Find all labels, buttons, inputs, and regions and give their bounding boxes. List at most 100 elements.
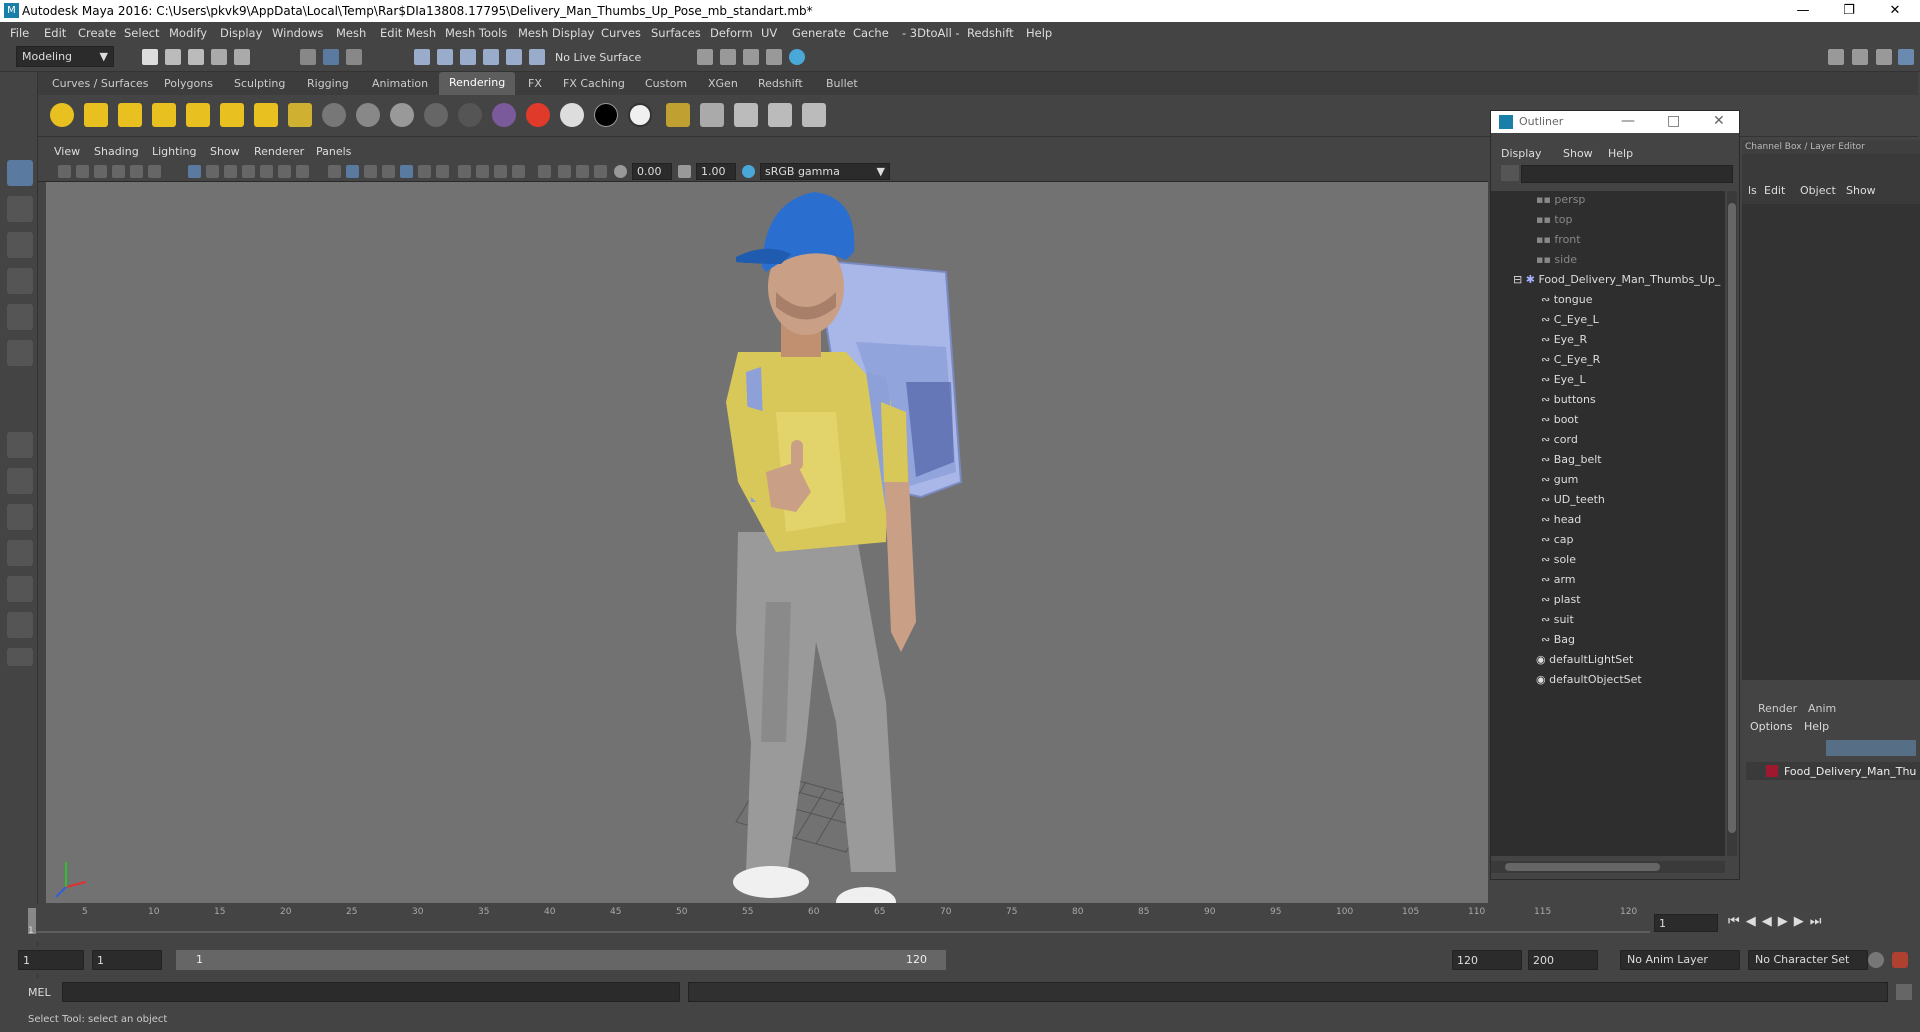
- menu-display[interactable]: Display: [220, 26, 262, 40]
- list-item[interactable]: ∾ cap: [1541, 533, 1574, 551]
- menu-curves[interactable]: Curves: [601, 26, 641, 40]
- grid-icon[interactable]: [188, 165, 201, 178]
- tab-xgen[interactable]: XGen: [708, 77, 738, 90]
- layered-shader-icon[interactable]: [458, 103, 482, 127]
- end-time-field[interactable]: [1528, 950, 1598, 970]
- ipr-icon[interactable]: [734, 103, 758, 127]
- surface-shader-icon[interactable]: [560, 103, 584, 127]
- spot-light-icon[interactable]: [152, 103, 176, 127]
- gamma-icon[interactable]: [678, 165, 691, 178]
- menu-edit-mesh[interactable]: Edit Mesh: [380, 26, 436, 40]
- new-scene-icon[interactable]: [142, 49, 158, 65]
- vp-menu-show[interactable]: Show: [210, 145, 240, 158]
- area-light-icon[interactable]: [186, 103, 210, 127]
- tab-sculpting[interactable]: Sculpting: [234, 77, 285, 90]
- channels-menu-partial[interactable]: ls: [1748, 184, 1757, 197]
- ambient-light-icon[interactable]: [50, 103, 74, 127]
- gamma-field[interactable]: [696, 163, 736, 180]
- vp-menu-lighting[interactable]: Lighting: [152, 145, 196, 158]
- script-editor-icon[interactable]: [1896, 984, 1912, 1000]
- list-item[interactable]: ▪▪ persp: [1536, 193, 1585, 211]
- list-item[interactable]: ▪▪ top: [1536, 213, 1572, 231]
- outliner-minimize-icon[interactable]: —: [1621, 113, 1635, 129]
- list-item[interactable]: ∾ C_Eye_L: [1541, 313, 1599, 331]
- open-scene-icon[interactable]: [165, 49, 181, 65]
- camera-select-icon[interactable]: [58, 165, 71, 178]
- anim-layer-dropdown[interactable]: No Anim Layer: [1620, 950, 1740, 970]
- menu-mesh-display[interactable]: Mesh Display: [518, 26, 594, 40]
- outliner-layout-icon[interactable]: [7, 612, 33, 638]
- menu-mesh[interactable]: Mesh: [336, 26, 366, 40]
- menu-select[interactable]: Select: [124, 26, 159, 40]
- motion-blur-icon[interactable]: [476, 165, 489, 178]
- screen-space-ao-icon[interactable]: [458, 165, 471, 178]
- outliner-close-icon[interactable]: ✕: [1713, 113, 1725, 129]
- shadows-icon[interactable]: [436, 165, 449, 178]
- ipr-render-icon[interactable]: [743, 49, 759, 65]
- go-to-end-icon[interactable]: ⏭: [1810, 914, 1828, 929]
- layer-row[interactable]: Food_Delivery_Man_Thu: [1746, 762, 1920, 780]
- film-gate-icon[interactable]: [206, 165, 219, 178]
- field-chart-icon[interactable]: [260, 165, 273, 178]
- character-set-dropdown[interactable]: No Character Set: [1748, 950, 1868, 970]
- save-scene-icon[interactable]: [188, 49, 204, 65]
- snap-grid-icon[interactable]: [414, 49, 430, 65]
- smooth-shade-icon[interactable]: [346, 165, 359, 178]
- list-item[interactable]: ∾ plast: [1541, 593, 1581, 611]
- scrollbar-thumb[interactable]: [1728, 203, 1736, 833]
- list-item[interactable]: ∾ Eye_L: [1541, 373, 1586, 391]
- rotate-tool-icon[interactable]: [7, 304, 33, 330]
- tab-render-layers[interactable]: Render: [1758, 702, 1797, 715]
- vp-menu-renderer[interactable]: Renderer: [254, 145, 304, 158]
- tab-rendering[interactable]: Rendering: [439, 72, 516, 95]
- layer-menu-options[interactable]: Options: [1750, 720, 1792, 733]
- close-icon[interactable]: ✕: [1872, 0, 1918, 22]
- safe-action-icon[interactable]: [278, 165, 291, 178]
- image-plane-icon[interactable]: [112, 165, 125, 178]
- camera-aim-icon[interactable]: [288, 103, 312, 127]
- list-item[interactable]: ∾ boot: [1541, 413, 1578, 431]
- render-icon[interactable]: [700, 103, 724, 127]
- outliner-maximize-icon[interactable]: □: [1667, 113, 1680, 129]
- list-item[interactable]: ∾ tongue: [1541, 293, 1592, 311]
- hypershade-icon[interactable]: [789, 49, 805, 65]
- use-background-icon[interactable]: [594, 103, 618, 127]
- menu-uv[interactable]: UV: [761, 26, 777, 40]
- color-management-icon[interactable]: [742, 165, 755, 178]
- render-settings-icon[interactable]: [766, 49, 782, 65]
- anti-aliasing-icon[interactable]: [494, 165, 507, 178]
- use-all-lights-icon[interactable]: [418, 165, 431, 178]
- snap-vertex-icon[interactable]: [529, 49, 545, 65]
- list-item[interactable]: ◉ defaultObjectSet: [1536, 673, 1642, 691]
- play-forward-icon[interactable]: ▶: [1778, 914, 1794, 929]
- menu-deform[interactable]: Deform: [710, 26, 753, 40]
- channel-menu-object[interactable]: Object: [1800, 184, 1836, 197]
- resolution-gate-icon[interactable]: [224, 165, 237, 178]
- select-object-icon[interactable]: [323, 49, 339, 65]
- menu-windows[interactable]: Windows: [272, 26, 323, 40]
- persp-graph-icon[interactable]: [7, 540, 33, 566]
- gate-mask-icon[interactable]: [242, 165, 255, 178]
- anisotropic-icon[interactable]: [424, 103, 448, 127]
- batch-render-icon[interactable]: [768, 103, 792, 127]
- shading-map-icon[interactable]: [526, 103, 550, 127]
- list-item[interactable]: ▪▪ front: [1536, 233, 1581, 251]
- textured-icon[interactable]: [400, 165, 413, 178]
- go-to-start-icon[interactable]: ⏮: [1728, 914, 1746, 929]
- list-item[interactable]: ∾ buttons: [1541, 393, 1596, 411]
- paint-select-icon[interactable]: [7, 232, 33, 258]
- outliner-menu-display[interactable]: Display: [1501, 147, 1542, 160]
- layout-expand-icon[interactable]: [7, 648, 33, 666]
- lasso-tool-icon[interactable]: [7, 196, 33, 222]
- lambert-icon[interactable]: [322, 103, 346, 127]
- snap-view-icon[interactable]: [483, 49, 499, 65]
- depth-of-field-icon[interactable]: [512, 165, 525, 178]
- list-item[interactable]: ∾ Bag: [1541, 633, 1575, 651]
- camera-icon[interactable]: [254, 103, 278, 127]
- outliner-menu-show[interactable]: Show: [1563, 147, 1593, 160]
- default-material-icon[interactable]: [364, 165, 377, 178]
- xray-components-icon[interactable]: [594, 165, 607, 178]
- time-slider[interactable]: 1 5 10 15 20 25 30 35 40 45 50 55 60 65 …: [20, 904, 1660, 942]
- menu-help[interactable]: Help: [1026, 26, 1052, 40]
- point-light-icon[interactable]: [118, 103, 142, 127]
